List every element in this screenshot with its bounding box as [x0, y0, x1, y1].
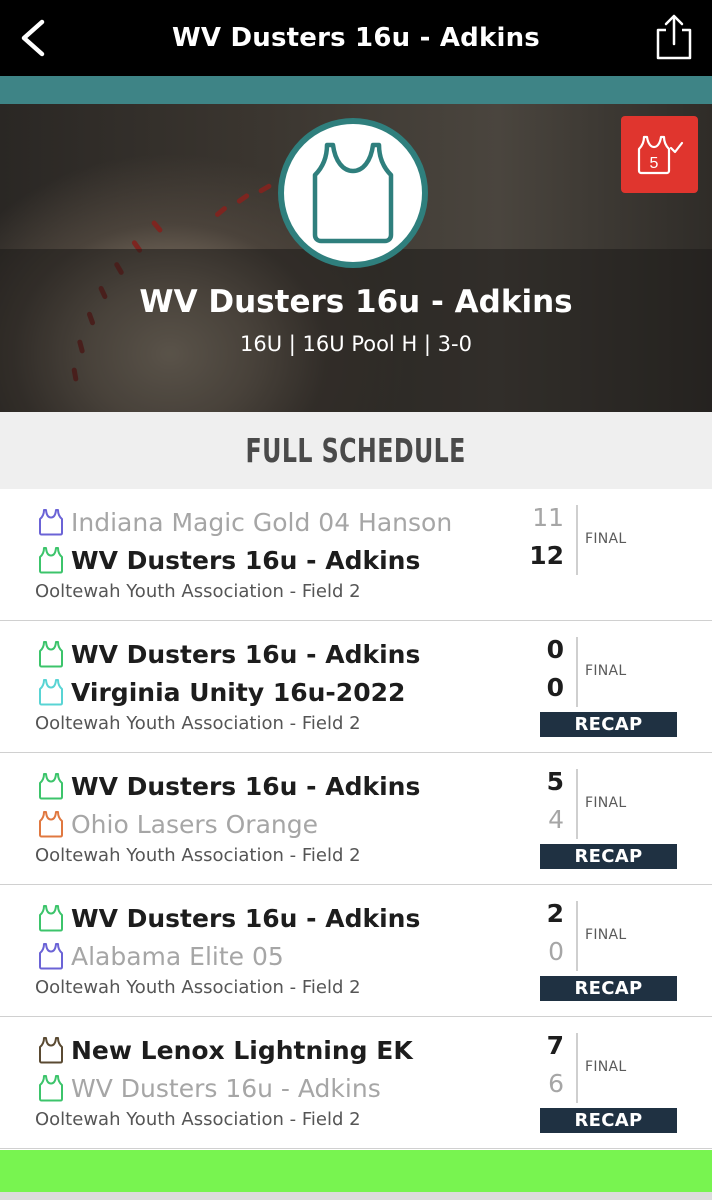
- badge-number: 5: [649, 155, 658, 172]
- jersey-icon: [39, 641, 63, 668]
- accent-strip: [0, 76, 712, 104]
- game-status: FINAL: [585, 795, 627, 811]
- team-name-home: WV Dusters 16u - Adkins: [71, 639, 421, 669]
- bottom-accent-bar: [0, 1150, 712, 1192]
- chevron-left-icon: [21, 19, 45, 57]
- nav-title: WV Dusters 16u - Adkins: [172, 23, 540, 53]
- team-name: WV Dusters 16u - Adkins: [139, 284, 573, 320]
- venue-label: Ooltewah Youth Association - Field 2: [35, 845, 361, 866]
- team-row-home: WV Dusters 16u - Adkins: [38, 769, 420, 803]
- venue-label: Ooltewah Youth Association - Field 2: [35, 1109, 361, 1130]
- score-home: 2: [546, 899, 564, 928]
- jersey-icon: [39, 905, 63, 932]
- section-header: FULL SCHEDULE: [0, 412, 712, 490]
- score-home: 11: [532, 503, 564, 532]
- team-name-home: WV Dusters 16u - Adkins: [71, 903, 421, 933]
- team-row-away: Alabama Elite 05: [38, 939, 284, 973]
- score-away: 0: [546, 673, 564, 702]
- share-icon: [656, 14, 692, 60]
- venue-label: Ooltewah Youth Association - Field 2: [35, 713, 361, 734]
- team-row-away: WV Dusters 16u - Adkins: [38, 1071, 381, 1105]
- score-away: 4: [548, 805, 564, 834]
- section-title: FULL SCHEDULE: [245, 431, 467, 470]
- jersey-icon: [39, 943, 63, 970]
- game-status: FINAL: [585, 927, 627, 943]
- favorite-team-button[interactable]: 5: [621, 116, 698, 193]
- team-row-home: Indiana Magic Gold 04 Hanson: [38, 505, 452, 539]
- game-card[interactable]: WV Dusters 16u - Adkins 0 Virginia Unity 1…: [0, 621, 712, 753]
- jersey-check-icon: 5: [637, 135, 683, 174]
- score-home: 7: [546, 1031, 564, 1060]
- venue-label: Ooltewah Youth Association - Field 2: [35, 977, 361, 998]
- score-home: 5: [546, 767, 564, 796]
- team-name-home: New Lenox Lightning EK: [71, 1035, 413, 1065]
- team-hero-banner: WV Dusters 16u - Adkins 16U | 16U Pool H…: [0, 104, 712, 412]
- top-nav-bar: WV Dusters 16u - Adkins: [0, 0, 712, 76]
- score-away: 0: [548, 937, 564, 966]
- game-status: FINAL: [585, 1059, 627, 1075]
- score-home: 0: [546, 635, 564, 664]
- team-name-away: Alabama Elite 05: [71, 941, 284, 971]
- score-away: 12: [529, 541, 564, 570]
- jersey-icon: [39, 509, 63, 536]
- score-divider: [576, 637, 578, 707]
- score-divider: [576, 901, 578, 971]
- jersey-icon: [39, 811, 63, 838]
- jersey-icon: [39, 1075, 63, 1102]
- score-away: 6: [548, 1069, 564, 1098]
- jersey-icon: [39, 1037, 63, 1064]
- team-name-away: Ohio Lasers Orange: [71, 809, 318, 839]
- team-row-home: New Lenox Lightning EK: [38, 1033, 413, 1067]
- team-name-home: Indiana Magic Gold 04 Hanson: [71, 507, 453, 537]
- team-row-home: WV Dusters 16u - Adkins: [38, 637, 420, 671]
- game-card[interactable]: WV Dusters 16u - Adkins 2 Alabama Elite 05…: [0, 885, 712, 1017]
- hero-overlay: [0, 249, 712, 412]
- game-status: FINAL: [585, 531, 627, 547]
- game-card[interactable]: WV Dusters 16u - Adkins 5 Ohio Lasers Oran…: [0, 753, 712, 885]
- recap-button[interactable]: RECAP: [540, 976, 677, 1001]
- team-row-away: Virginia Unity 16u-2022: [38, 675, 405, 709]
- team-subtitle: 16U | 16U Pool H | 3-0: [240, 332, 472, 356]
- team-row-away: WV Dusters 16u - Adkins: [38, 543, 420, 577]
- recap-button[interactable]: RECAP: [540, 844, 677, 869]
- score-divider: [576, 769, 578, 839]
- team-row-away: Ohio Lasers Orange: [38, 807, 318, 841]
- jersey-icon: [39, 679, 63, 706]
- share-button[interactable]: [654, 14, 694, 60]
- team-row-home: WV Dusters 16u - Adkins: [38, 901, 420, 935]
- jersey-icon: [312, 142, 394, 244]
- team-name-home: WV Dusters 16u - Adkins: [71, 771, 421, 801]
- game-card[interactable]: New Lenox Lightning EK 7 WV Dusters 16u - …: [0, 1017, 712, 1149]
- jersey-icon: [39, 547, 63, 574]
- team-name-away: WV Dusters 16u - Adkins: [71, 545, 421, 575]
- score-divider: [576, 1033, 578, 1103]
- game-status: FINAL: [585, 663, 627, 679]
- score-divider: [576, 505, 578, 575]
- team-name-away: Virginia Unity 16u-2022: [71, 677, 406, 707]
- team-name-away: WV Dusters 16u - Adkins: [71, 1073, 381, 1103]
- jersey-icon: [39, 773, 63, 800]
- game-card[interactable]: Indiana Magic Gold 04 Hanson 11 WV Dusters…: [0, 489, 712, 621]
- recap-button[interactable]: RECAP: [540, 1108, 677, 1133]
- recap-button[interactable]: RECAP: [540, 712, 677, 737]
- back-button[interactable]: [14, 18, 54, 58]
- venue-label: Ooltewah Youth Association - Field 2: [35, 581, 361, 602]
- bottom-divider: [0, 1192, 712, 1200]
- team-logo: [278, 118, 428, 268]
